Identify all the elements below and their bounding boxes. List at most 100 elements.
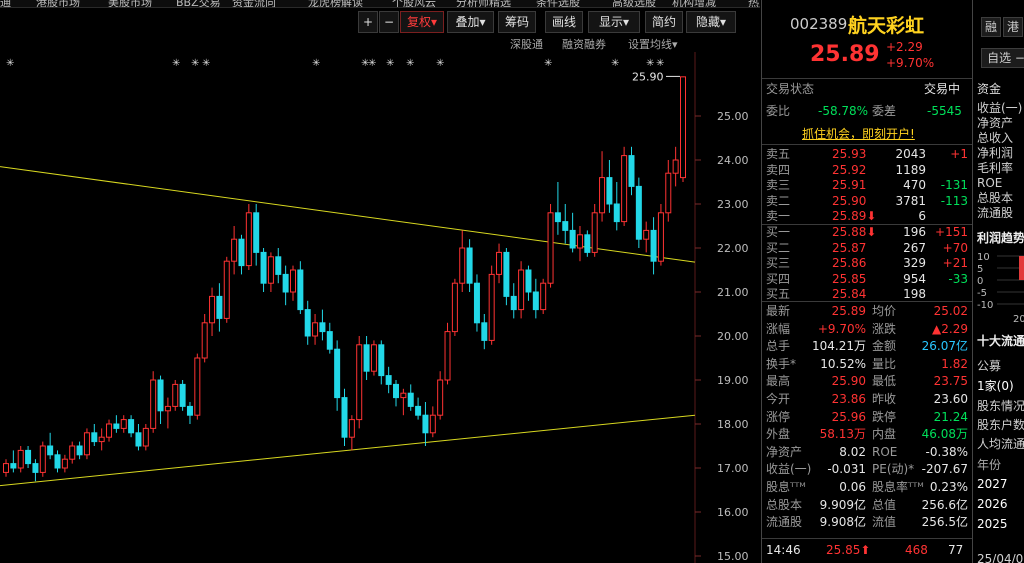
candle-body[interactable] [275, 256, 282, 275]
candle-body[interactable] [47, 445, 54, 456]
candle-body[interactable] [10, 463, 17, 469]
candle-body[interactable] [356, 344, 363, 421]
candle-body[interactable] [76, 445, 83, 456]
candle-body[interactable] [378, 344, 385, 377]
zoom-in-button[interactable]: + [358, 11, 378, 33]
candle-body[interactable] [348, 419, 355, 438]
shenguton-link[interactable]: 深股通 [510, 36, 543, 52]
candle-body[interactable] [437, 379, 444, 416]
simple-mode-button[interactable]: 简约 [645, 11, 683, 33]
event-marker-icon[interactable]: ✳ [646, 58, 654, 69]
candle-body[interactable] [312, 322, 319, 337]
candle-body[interactable] [106, 423, 113, 438]
candle-body[interactable] [120, 419, 127, 429]
candle-body[interactable] [643, 229, 650, 240]
event-marker-icon[interactable]: ✳ [6, 58, 14, 69]
candlestick-chart[interactable]: 25.00 24.00 23.00 22.00 21.00 20.00 19.00 18.00… [0, 52, 760, 563]
candle-body[interactable] [253, 212, 260, 253]
candle-body[interactable] [341, 397, 348, 438]
candle-body[interactable] [370, 344, 377, 372]
candle-body[interactable] [554, 212, 561, 223]
candle-body[interactable] [415, 405, 422, 416]
candle-body[interactable] [150, 379, 157, 429]
ask-level[interactable]: 卖三 25.91 470 -131 [762, 177, 972, 194]
top-menu-item[interactable]: 港股市场 [36, 0, 80, 7]
candle-body[interactable] [606, 177, 613, 205]
candle-body[interactable] [238, 238, 245, 267]
holder-info-label[interactable]: 人均流通 [977, 437, 1024, 452]
candle-body[interactable] [98, 436, 105, 443]
side-tab-fund[interactable]: 资金 [977, 82, 1001, 97]
candle-body[interactable] [451, 282, 458, 333]
event-marker-icon[interactable]: ✳ [172, 58, 180, 69]
candle-body[interactable] [113, 423, 120, 429]
candle-body[interactable] [628, 155, 635, 187]
fuquan-dropdown[interactable]: 复权▾ [400, 11, 444, 33]
candle-body[interactable] [393, 383, 400, 399]
holder-info-label[interactable]: 股东情况 [977, 399, 1024, 414]
candle-body[interactable] [289, 269, 296, 293]
zoom-out-button[interactable]: − [379, 11, 399, 33]
candle-body[interactable] [591, 212, 598, 253]
candle-body[interactable] [503, 251, 510, 297]
candle-body[interactable] [444, 331, 451, 381]
ask-level[interactable]: 卖四 25.92 1189 [762, 162, 972, 179]
top-menu-item[interactable]: 通 [0, 0, 11, 7]
candle-body[interactable] [672, 159, 679, 174]
candle-body[interactable] [635, 185, 642, 240]
candle-body[interactable] [128, 419, 135, 434]
candle-body[interactable] [17, 449, 24, 469]
top-menu-item[interactable]: 热点追踪 [748, 0, 760, 7]
add-watchlist-button[interactable]: 自选 − [981, 48, 1024, 68]
candle-body[interactable] [326, 331, 333, 350]
candle-body[interactable] [422, 414, 429, 434]
bid-level[interactable]: 买二 25.87 267 +70 [762, 240, 972, 257]
candle-body[interactable] [216, 295, 223, 319]
candle-body[interactable] [407, 392, 414, 407]
top-menu-item[interactable]: 机构增减 [672, 0, 716, 7]
top-menu-item[interactable]: 个股风云 [392, 0, 436, 7]
margin-button[interactable]: 融 [981, 17, 1001, 37]
candle-body[interactable] [665, 172, 672, 214]
candle-body[interactable] [267, 256, 274, 284]
candle-body[interactable] [525, 269, 532, 293]
candle-body[interactable] [562, 221, 569, 231]
candle-body[interactable] [584, 234, 591, 253]
year-item[interactable]: 2025 [977, 517, 1008, 532]
candle-body[interactable] [245, 212, 252, 267]
bid-level[interactable]: 买一 25.88⬇ 196 +151 [762, 224, 972, 241]
candle-body[interactable] [496, 251, 503, 275]
candle-body[interactable] [459, 247, 466, 284]
event-marker-icon[interactable]: ✳ [544, 58, 552, 69]
top-menu-item[interactable]: 资金流向 [232, 0, 276, 7]
candle-body[interactable] [3, 463, 9, 473]
candle-body[interactable] [201, 322, 208, 359]
candle-body[interactable] [621, 155, 628, 223]
candle-body[interactable] [297, 269, 304, 311]
year-item[interactable]: 2027 [977, 477, 1008, 492]
candle-body[interactable] [518, 269, 525, 311]
hk-button[interactable]: 港 [1003, 17, 1023, 37]
candle-body[interactable] [231, 238, 238, 262]
candle-body[interactable] [209, 295, 216, 324]
candle-body[interactable] [39, 445, 46, 473]
event-marker-icon[interactable]: ✳ [611, 58, 619, 69]
top-menu-item[interactable]: 条件选股 [536, 0, 580, 7]
ask-level[interactable]: 卖二 25.90 3781 -113 [762, 193, 972, 210]
candle-body[interactable] [613, 203, 620, 223]
event-marker-icon[interactable]: ✳ [406, 58, 414, 69]
ask-level[interactable]: 卖五 25.93 2043 +1 [762, 146, 972, 163]
candle-body[interactable] [135, 432, 142, 447]
ma-settings-link[interactable]: 设置均线▾ [628, 36, 678, 52]
candle-body[interactable] [650, 229, 657, 262]
candle-body[interactable] [172, 383, 179, 407]
candle-body[interactable] [304, 309, 311, 337]
ask-level[interactable]: 卖一 25.89⬇ 6 [762, 208, 972, 225]
display-dropdown[interactable]: 显示▾ [588, 11, 640, 33]
year-item[interactable]: 2026 [977, 497, 1008, 512]
candle-body[interactable] [532, 291, 539, 311]
top-menu-item[interactable]: 龙虎榜解读 [308, 0, 363, 7]
bid-level[interactable]: 买四 25.85 954 -33 [762, 271, 972, 288]
event-marker-icon[interactable]: ✳ [312, 58, 320, 69]
bid-level[interactable]: 买三 25.86 329 +21 [762, 255, 972, 272]
